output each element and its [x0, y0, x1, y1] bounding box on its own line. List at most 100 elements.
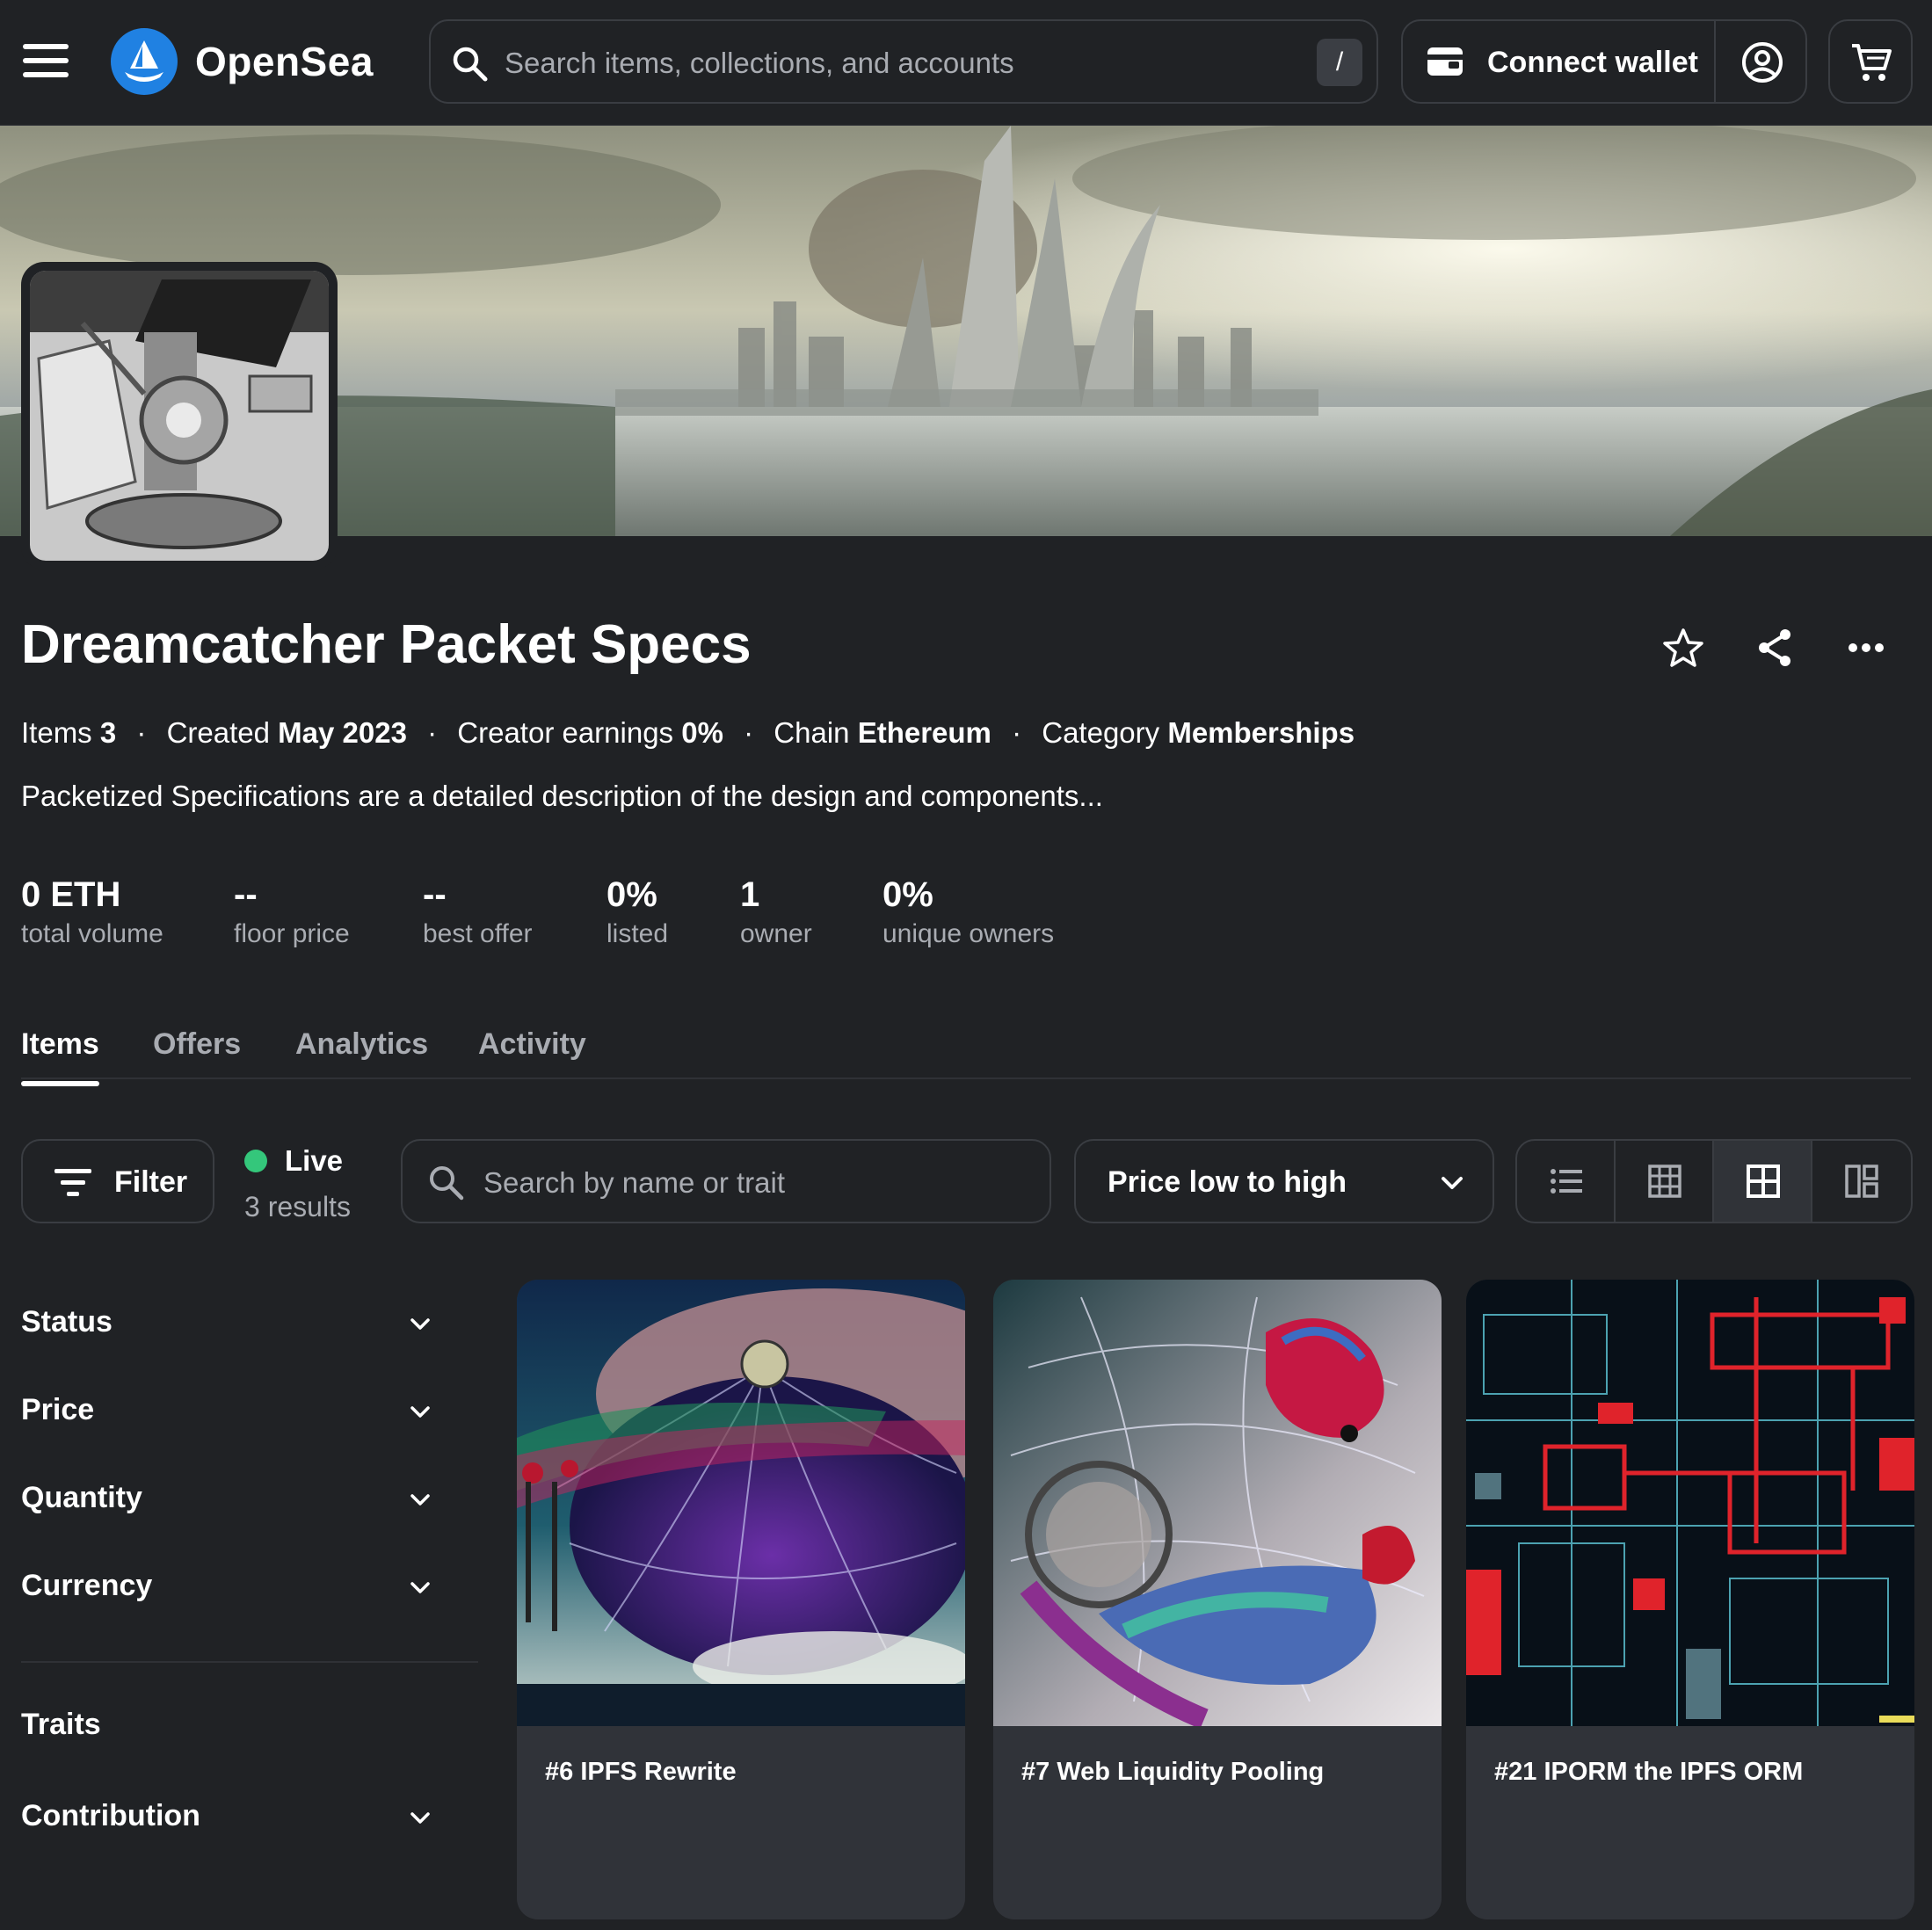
brand-name[interactable]: OpenSea	[195, 35, 374, 88]
item-card[interactable]: #21 IPORM the IPFS ORM	[1466, 1280, 1914, 1919]
global-search-box[interactable]: /	[429, 19, 1378, 104]
meta-created-label: Created	[166, 716, 270, 749]
chevron-down-icon	[410, 1318, 430, 1330]
item-card[interactable]: #6 IPFS Rewrite	[517, 1280, 965, 1919]
sort-dropdown[interactable]: Price low to high	[1074, 1139, 1494, 1223]
tab-activity[interactable]: Activity	[478, 1021, 586, 1067]
grid-small-icon	[1648, 1165, 1681, 1198]
traits-heading: Traits	[21, 1698, 443, 1751]
meta-separator: ·	[744, 716, 754, 749]
item-search-input[interactable]	[483, 1158, 1028, 1208]
opensea-logo-icon[interactable]	[111, 28, 178, 95]
grid-small-view-button[interactable]	[1616, 1141, 1714, 1222]
grid-large-icon	[1747, 1165, 1780, 1198]
sort-selected-value: Price low to high	[1108, 1165, 1347, 1199]
collection-avatar	[21, 262, 338, 570]
item-card[interactable]: #7 Web Liquidity Pooling	[993, 1280, 1442, 1919]
stat-value: --	[423, 875, 447, 914]
sidebar-divider	[21, 1661, 478, 1663]
collection-tabs: Items Offers Analytics Activity	[21, 1016, 1911, 1086]
tab-analytics[interactable]: Analytics	[295, 1021, 428, 1067]
stat-value: 0%	[882, 875, 933, 914]
meta-separator: ·	[136, 716, 147, 749]
item-name[interactable]: #21 IPORM the IPFS ORM	[1494, 1754, 1803, 1789]
meta-category-value[interactable]: Memberships	[1167, 716, 1355, 749]
item-image[interactable]	[517, 1280, 965, 1726]
filter-quantity[interactable]: Quantity	[21, 1471, 443, 1524]
filter-contribution-label: Contribution	[21, 1799, 200, 1832]
tab-offers[interactable]: Offers	[153, 1021, 241, 1067]
menu-icon[interactable]	[23, 44, 69, 79]
filter-status-label: Status	[21, 1305, 113, 1339]
connect-wallet-label: Connect wallet	[1487, 46, 1698, 79]
masonry-view-icon	[1845, 1165, 1878, 1198]
stat-value: 1	[740, 875, 760, 914]
list-view-button[interactable]	[1517, 1141, 1616, 1222]
item-name[interactable]: #6 IPFS Rewrite	[545, 1754, 737, 1789]
stat-label: listed	[606, 919, 669, 948]
filter-price[interactable]: Price	[21, 1383, 443, 1436]
filter-status[interactable]: Status	[21, 1295, 443, 1348]
meta-separator: ·	[1012, 716, 1022, 749]
search-icon	[453, 47, 488, 82]
wallet-divider	[1714, 21, 1716, 102]
stat-label: owner	[740, 919, 812, 948]
item-search-box[interactable]	[401, 1139, 1051, 1223]
live-label: Live	[285, 1144, 344, 1177]
meta-chain-value: Ethereum	[857, 716, 991, 749]
account-button[interactable]	[1718, 21, 1805, 102]
filter-icon	[54, 1169, 91, 1196]
filter-button[interactable]: Filter	[21, 1139, 214, 1223]
stat-total-volume: 0 ETH total volume	[21, 872, 163, 951]
chevron-down-icon	[410, 1406, 430, 1418]
stat-floor-price: -- floor price	[234, 872, 350, 951]
stat-value: --	[234, 875, 258, 914]
filter-contribution[interactable]: Contribution	[21, 1789, 443, 1842]
tab-items[interactable]: Items	[21, 1021, 99, 1086]
connect-wallet-button[interactable]: Connect wallet	[1403, 21, 1714, 102]
item-image[interactable]	[1466, 1280, 1914, 1726]
filter-label: Filter	[114, 1165, 188, 1199]
traits-heading-label: Traits	[21, 1708, 101, 1741]
stat-unique-owners: 0% unique owners	[882, 872, 1054, 951]
filter-currency-label: Currency	[21, 1569, 153, 1602]
cart-icon	[1852, 44, 1892, 81]
cart-button[interactable]	[1828, 19, 1913, 104]
filter-currency[interactable]: Currency	[21, 1559, 443, 1612]
stat-listed: 0% listed	[606, 872, 668, 951]
chevron-down-icon	[410, 1582, 430, 1593]
meta-category-label: Category	[1042, 716, 1160, 749]
results-count: 3 results	[244, 1191, 351, 1223]
live-indicator-dot	[244, 1150, 267, 1172]
filter-quantity-label: Quantity	[21, 1481, 142, 1514]
chevron-down-icon	[410, 1812, 430, 1824]
chevron-down-icon	[1442, 1177, 1463, 1189]
collection-actions	[1661, 626, 1899, 670]
search-shortcut-key: /	[1317, 39, 1362, 86]
collection-description[interactable]: Packetized Specifications are a detailed…	[21, 777, 1103, 816]
collection-title: Dreamcatcher Packet Specs	[21, 614, 752, 675]
meta-earnings-value: 0%	[681, 716, 723, 749]
global-search-input[interactable]	[505, 39, 1278, 88]
meta-earnings-label: Creator earnings	[457, 716, 674, 749]
more-icon[interactable]	[1844, 626, 1888, 670]
star-icon[interactable]	[1661, 626, 1705, 670]
stat-label: total volume	[21, 919, 163, 948]
list-view-icon	[1551, 1169, 1582, 1194]
item-name[interactable]: #7 Web Liquidity Pooling	[1021, 1754, 1324, 1789]
grid-large-view-button[interactable]	[1714, 1141, 1812, 1222]
top-navigation-bar: OpenSea / Connect wallet	[0, 0, 1932, 126]
wallet-icon	[1427, 47, 1463, 76]
search-icon	[430, 1166, 464, 1201]
collection-meta: Items 3 · Created May 2023 · Creator ear…	[21, 714, 1355, 752]
account-icon	[1742, 42, 1783, 83]
stat-best-offer: -- best offer	[423, 872, 533, 951]
meta-separator: ·	[427, 716, 438, 749]
stat-label: unique owners	[882, 919, 1055, 948]
stat-value: 0 ETH	[21, 875, 121, 914]
filter-price-label: Price	[21, 1393, 95, 1426]
item-image[interactable]	[993, 1280, 1442, 1726]
stat-value: 0%	[606, 875, 657, 914]
masonry-view-button[interactable]	[1812, 1141, 1911, 1222]
share-icon[interactable]	[1753, 626, 1797, 670]
